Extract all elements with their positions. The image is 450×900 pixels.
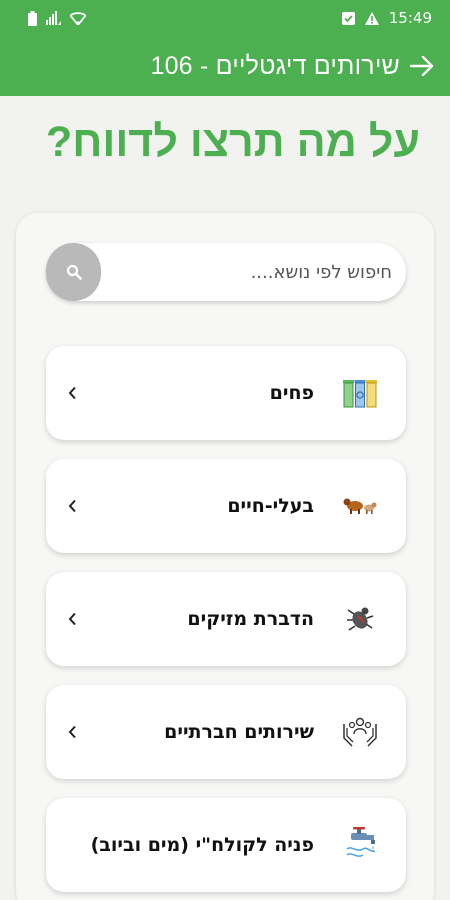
pest-control-icon [340, 598, 380, 638]
category-label: פניה לקולח"י (מים וביוב) [90, 834, 314, 856]
signal-bars-icon [46, 11, 61, 25]
status-icons-right: 15:49 [341, 9, 432, 27]
category-item-social-services[interactable]: שירותים חברתיים [46, 685, 406, 779]
notification-icon [341, 11, 355, 25]
category-label: בעלי-חיים [227, 495, 314, 517]
category-label: הדברת מזיקים [187, 608, 314, 630]
category-label: פחים [269, 382, 314, 404]
search-button[interactable] [46, 243, 101, 301]
app-title: שירותים דיגטליים - 106 [150, 51, 400, 80]
category-item-animals[interactable]: בעלי-חיים [46, 459, 406, 553]
search-input[interactable] [112, 243, 392, 301]
status-bar: 15:49 [0, 0, 450, 36]
recycle-bins-icon [340, 372, 380, 412]
category-item-water-sewage[interactable]: פניה לקולח"י (מים וביוב) [46, 798, 406, 892]
categories-card: פחים בעלי-חיים הדב [16, 213, 434, 900]
water-faucet-icon [340, 824, 380, 864]
category-label: שירותים חברתיים [164, 721, 314, 743]
clock-time: 15:49 [388, 9, 432, 27]
chevron-left-icon [68, 572, 77, 666]
page-heading: על מה תרצו לדווח? [45, 118, 420, 166]
chevron-left-icon [68, 459, 77, 553]
arrow-right-icon [410, 56, 434, 76]
warning-icon [364, 11, 379, 25]
social-services-icon [340, 711, 380, 751]
chevron-left-icon [68, 346, 77, 440]
wifi-icon [70, 11, 86, 25]
category-item-pest-control[interactable]: הדברת מזיקים [46, 572, 406, 666]
animals-icon [340, 485, 380, 525]
back-button[interactable] [410, 56, 434, 76]
chevron-left-icon [68, 685, 77, 779]
search-bar [46, 243, 406, 301]
search-icon [66, 264, 82, 280]
status-icons-left [28, 10, 86, 26]
category-item-bins[interactable]: פחים [46, 346, 406, 440]
battery-icon [28, 10, 37, 26]
app-bar: שירותים דיגטליים - 106 [0, 36, 450, 96]
